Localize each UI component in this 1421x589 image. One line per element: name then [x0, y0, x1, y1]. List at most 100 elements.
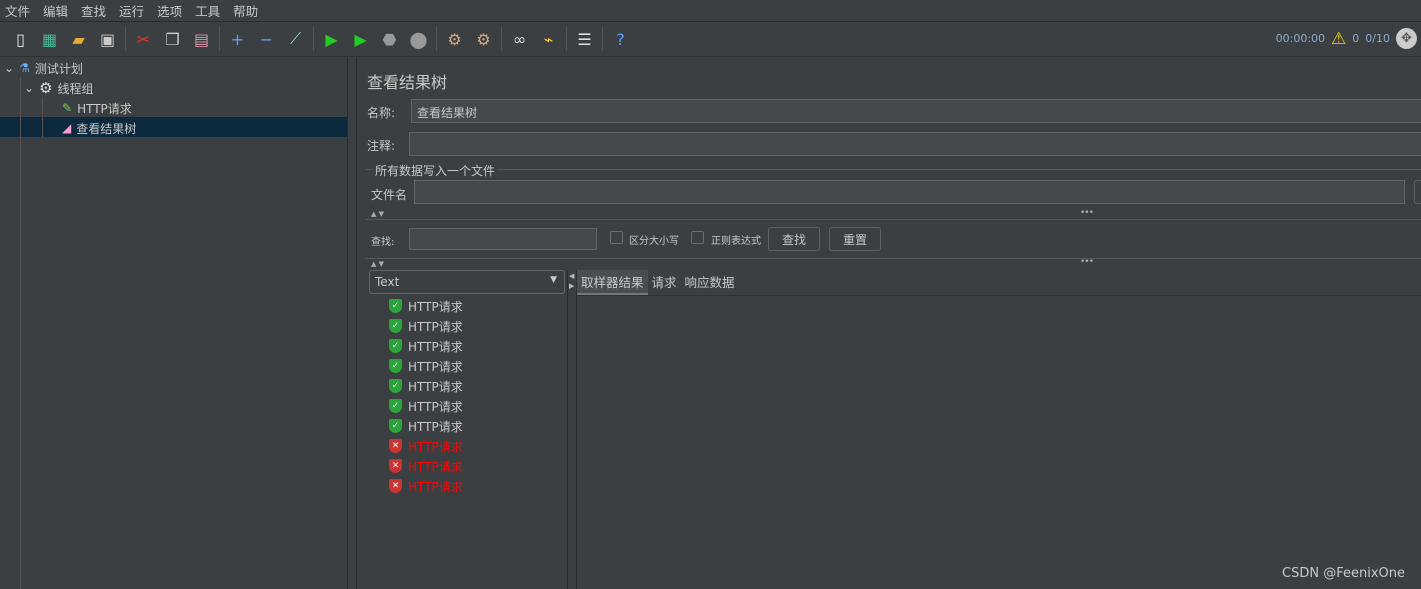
success-shield-icon: ✓ [389, 339, 402, 353]
result-label: HTTP请求 [408, 479, 463, 494]
name-input[interactable]: 查看结果树 [411, 99, 1421, 123]
watermark: CSDN @FeenixOne [1282, 566, 1405, 581]
tab-2[interactable]: 响应数据 [681, 270, 739, 296]
toggle-icon[interactable]: ⟋ [285, 28, 307, 50]
warning-count: 0 [1352, 32, 1360, 45]
split-arrows-icon[interactable]: ◀ ▶ [569, 271, 574, 291]
remote-icon[interactable]: ✥ [1396, 28, 1417, 49]
find-button[interactable]: 查找 [768, 227, 820, 251]
regex-checkbox[interactable] [691, 231, 704, 244]
result-item[interactable]: ✕ HTTP请求 [389, 436, 463, 456]
browse-button[interactable] [1414, 180, 1421, 204]
start-icon[interactable]: ▶ [321, 28, 343, 50]
success-shield-icon: ✓ [389, 359, 402, 373]
test-plan-tree: ⌄ ⚗ 测试计划 ⌄ ⚙ 线程组 ✎ HTTP请求 ◢ 查看结果树 [0, 57, 348, 589]
result-item[interactable]: ✕ HTTP请求 [389, 476, 463, 496]
case-sensitive-checkbox[interactable] [610, 231, 623, 244]
tree-node-test-plan[interactable]: ⌄ ⚗ 测试计划 [4, 58, 83, 78]
case-sensitive-label: 区分大小写 [629, 236, 679, 247]
cut-icon[interactable]: ✂ [133, 28, 155, 50]
toolbar-separator [313, 27, 314, 51]
menu-item[interactable]: 查找 [76, 1, 112, 20]
comment-label: 注释: [367, 139, 396, 153]
result-item[interactable]: ✓ HTTP请求 [389, 416, 463, 436]
paste-icon[interactable]: ▤ [191, 28, 213, 50]
renderer-select[interactable]: Text ▼ [369, 270, 565, 294]
tree-node-view-results-tree[interactable]: ◢ 查看结果树 [62, 118, 136, 138]
chevron-down-icon[interactable]: ⌄ [24, 81, 34, 95]
result-label: HTTP请求 [408, 399, 463, 414]
page-title: 查看结果树 [367, 73, 448, 92]
warning-icon[interactable]: ⚠ [1331, 29, 1346, 49]
menu-bar: 文件 编辑 查找 运行 选项 工具 帮助 [0, 0, 1421, 22]
result-label: HTTP请求 [408, 319, 463, 334]
drag-handle-icon[interactable]: ••• [1080, 257, 1094, 267]
result-label: HTTP请求 [408, 339, 463, 354]
menu-item[interactable]: 帮助 [228, 1, 264, 20]
save-icon[interactable]: ▣ [97, 28, 119, 50]
reset-search-icon[interactable]: ⌁ [538, 28, 560, 50]
tab-0[interactable]: 取样器结果 [577, 270, 648, 296]
start-no-pause-icon[interactable]: ▶ [350, 28, 372, 50]
result-label: HTTP请求 [408, 419, 463, 434]
expand-icon[interactable]: + [227, 28, 249, 50]
gear-icon: ⚙ [39, 79, 53, 97]
graph-icon: ◢ [62, 121, 72, 135]
stop-icon[interactable]: ⬣ [379, 28, 401, 50]
result-label: HTTP请求 [408, 379, 463, 394]
result-item[interactable]: ✓ HTTP请求 [389, 316, 463, 336]
split-pane-divider[interactable] [348, 57, 357, 589]
result-item[interactable]: ✓ HTTP请求 [389, 336, 463, 356]
collapse-arrows-icon[interactable]: ▲ ▼ [371, 260, 384, 268]
chevron-down-icon[interactable]: ⌄ [4, 61, 14, 75]
result-item[interactable]: ✓ HTTP请求 [389, 396, 463, 416]
regex-label: 正则表达式 [711, 236, 761, 247]
collapse-arrows-icon[interactable]: ▲ ▼ [371, 210, 384, 218]
result-item[interactable]: ✓ HTTP请求 [389, 296, 463, 316]
success-shield-icon: ✓ [389, 299, 402, 313]
file-section-title: 所有数据写入一个文件 [373, 162, 498, 179]
templates-icon[interactable]: ▦ [39, 28, 61, 50]
menu-item[interactable]: 运行 [114, 1, 150, 20]
clear-icon[interactable]: ⚙ [444, 28, 466, 50]
toolbar-separator [436, 27, 437, 51]
copy-icon[interactable]: ❐ [162, 28, 184, 50]
search-label: 查找: [371, 237, 395, 248]
comment-input[interactable] [409, 132, 1421, 156]
toolbar-separator [566, 27, 567, 51]
menu-item[interactable]: 选项 [152, 1, 188, 20]
menu-item[interactable]: 编辑 [38, 1, 74, 20]
result-item[interactable]: ✓ HTTP请求 [389, 356, 463, 376]
success-shield-icon: ✓ [389, 419, 402, 433]
function-helper-icon[interactable]: ☰ [574, 28, 596, 50]
result-item[interactable]: ✓ HTTP请求 [389, 376, 463, 396]
toolbar: ▯ ▦ ▰ ▣ ✂ ❐ ▤ + − ⟋ ▶ ▶ ⬣ ⬤ ⚙ ⚙ ∞ ⌁ ☰? [0, 22, 1421, 57]
result-label: HTTP请求 [408, 459, 463, 474]
result-label: HTTP请求 [408, 439, 463, 454]
file-name-label: 文件名 [371, 188, 408, 202]
file-name-input[interactable] [414, 180, 1405, 204]
search-icon[interactable]: ∞ [509, 28, 531, 50]
shutdown-icon[interactable]: ⬤ [408, 28, 430, 50]
tree-node-http-request[interactable]: ✎ HTTP请求 [62, 98, 132, 118]
tree-node-thread-group[interactable]: ⌄ ⚙ 线程组 [24, 78, 94, 98]
result-item[interactable]: ✕ HTTP请求 [389, 456, 463, 476]
collapse-icon[interactable]: − [256, 28, 278, 50]
tab-1[interactable]: 请求 [648, 270, 681, 296]
clear-all-icon[interactable]: ⚙ [473, 28, 495, 50]
toolbar-separator [219, 27, 220, 51]
drag-handle-icon[interactable]: ••• [1080, 208, 1094, 218]
failure-shield-icon: ✕ [389, 479, 402, 493]
menu-item[interactable]: 文件 [0, 1, 36, 20]
open-icon[interactable]: ▰ [68, 28, 90, 50]
toolbar-separator [125, 27, 126, 51]
reset-button[interactable]: 重置 [829, 227, 881, 251]
success-shield-icon: ✓ [389, 379, 402, 393]
new-icon[interactable]: ▯ [10, 28, 32, 50]
elapsed-time: 00:00:00 [1275, 32, 1326, 45]
dropdown-arrow-icon: ▼ [550, 275, 557, 285]
help-icon[interactable]: ? [610, 28, 632, 50]
search-input[interactable] [409, 228, 597, 250]
menu-item[interactable]: 工具 [190, 1, 226, 20]
view-results-tree-panel: 查看结果树 名称: 查看结果树 注释: 所有数据写入一个文件 文件名 ▲ ▼ •… [357, 57, 1421, 589]
